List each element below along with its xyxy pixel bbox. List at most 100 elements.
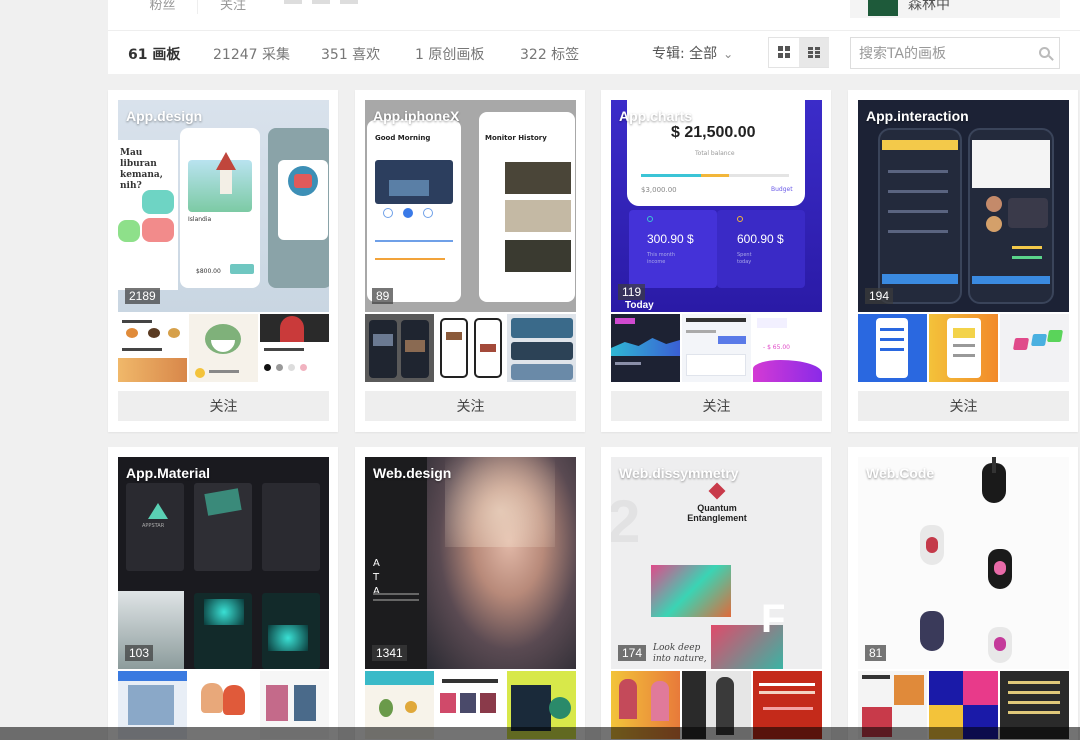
cover-art: [647, 216, 653, 222]
cover-art: [230, 264, 254, 274]
cover-art: [142, 218, 174, 242]
thumbnail[interactable]: [682, 314, 751, 382]
cover-art: [505, 200, 571, 232]
stat-collects[interactable]: 21247 采集: [213, 44, 290, 64]
thumbnail[interactable]: - $ 65.00: [753, 314, 822, 382]
board-count-badge: 103: [125, 645, 154, 661]
thumbnail[interactable]: [365, 314, 434, 382]
board-card[interactable]: Good Morning Monitor History App.iphoneX…: [355, 90, 585, 432]
board-card[interactable]: App.interaction 194 关注: [848, 90, 1078, 432]
username[interactable]: 森林中: [908, 0, 950, 14]
cover-art: [1008, 198, 1048, 228]
board-cover[interactable]: App.interaction 194: [858, 100, 1069, 312]
bottom-overlay-bar: [0, 727, 1080, 740]
board-title: App.interaction: [866, 108, 969, 124]
cover-art: [992, 457, 996, 473]
album-filter[interactable]: 专辑: 全部 ⌄: [652, 43, 733, 63]
search-input[interactable]: [859, 44, 1029, 64]
thumbnail[interactable]: [929, 314, 998, 382]
board-thumbnails: [365, 314, 576, 382]
board-cover[interactable]: Web.Code 81: [858, 457, 1069, 669]
board-count-badge: 194: [865, 288, 894, 304]
board-count-badge: 174: [618, 645, 647, 661]
cover-art: [373, 593, 419, 595]
search-icon[interactable]: [1039, 47, 1054, 61]
board-card[interactable]: Mau liburan kemana, nih? Islandia $800.0…: [108, 90, 338, 432]
stat-original-boards[interactable]: 1 原创画板: [415, 44, 484, 64]
cover-art: [220, 170, 232, 194]
cover-art-text: $3,000.00: [641, 186, 677, 194]
cover-art: [920, 611, 944, 651]
avatar[interactable]: [868, 0, 898, 16]
cover-art-text: Look deep into nature,: [653, 643, 707, 664]
stat-likes[interactable]: 351 喜欢: [321, 44, 380, 64]
board-title: App.Material: [126, 465, 211, 481]
cover-art: [1012, 246, 1042, 249]
cover-art: [737, 216, 743, 222]
board-card[interactable]: $ 21,500.00 Total balance $3,000.00 Budg…: [601, 90, 831, 432]
cover-art: [389, 180, 429, 196]
board-count-badge: 119: [618, 284, 646, 300]
cover-art: [204, 599, 244, 625]
cover-art: [717, 210, 805, 288]
follow-button[interactable]: 关注: [365, 391, 576, 421]
grid-large-view-button[interactable]: [769, 38, 799, 67]
chevron-down-icon: ⌄: [723, 47, 734, 61]
board-title: App.iphoneX: [373, 108, 460, 124]
cover-art: [262, 483, 320, 571]
thumbnail[interactable]: [507, 314, 576, 382]
cover-art: [367, 120, 461, 302]
board-card[interactable]: APPSTAR App.Material 103: [108, 447, 338, 740]
grid-large-icon: [778, 46, 790, 58]
board-cover[interactable]: Mau liburan kemana, nih? Islandia $800.0…: [118, 100, 329, 312]
stats-bar: 61 画板 21247 采集 351 喜欢 1 原创画板 322 标签 专辑: …: [108, 30, 1080, 74]
tab-followers[interactable]: 粉丝: [128, 0, 198, 14]
board-cover[interactable]: 2 Quantum Entanglement F Look deep into …: [611, 457, 822, 669]
thumbnail[interactable]: [436, 314, 505, 382]
board-count-badge: 1341: [372, 645, 407, 661]
thumbnail[interactable]: [189, 314, 258, 382]
cover-art: [994, 561, 1006, 575]
thumbnail[interactable]: [858, 314, 927, 382]
board-cover[interactable]: $ 21,500.00 Total balance $3,000.00 Budg…: [611, 100, 822, 312]
thumbnail[interactable]: [260, 314, 329, 382]
placeholder-block: [312, 0, 330, 4]
cover-art: [383, 208, 393, 218]
cover-art: [403, 208, 413, 218]
cover-art: [118, 220, 140, 242]
cover-art: [423, 208, 433, 218]
follow-button[interactable]: 关注: [858, 391, 1069, 421]
board-count-badge: 81: [865, 645, 887, 661]
follow-button[interactable]: 关注: [611, 391, 822, 421]
board-card[interactable]: Web.Code 81: [848, 447, 1078, 740]
cover-art: [926, 537, 938, 553]
follow-button[interactable]: 关注: [118, 391, 329, 421]
cover-art: [888, 190, 948, 193]
thumbnail[interactable]: [611, 314, 680, 382]
cover-art: [972, 276, 1050, 284]
cover-art-text: Budget: [771, 186, 793, 193]
cover-art: [986, 216, 1002, 232]
board-card[interactable]: 2 Quantum Entanglement F Look deep into …: [601, 447, 831, 740]
cover-art: [629, 210, 717, 288]
cover-art-text: $ 21,500.00: [671, 124, 756, 141]
board-thumbnails: [118, 314, 329, 382]
view-toggle: [768, 37, 829, 68]
cover-art: [148, 503, 168, 519]
stat-boards[interactable]: 61 画板: [128, 44, 180, 64]
board-cover[interactable]: Good Morning Monitor History App.iphoneX…: [365, 100, 576, 312]
cover-art: [505, 162, 571, 194]
board-card[interactable]: A T A Web.design 1341: [355, 447, 585, 740]
thumbnail[interactable]: [1000, 314, 1069, 382]
board-title: Web.dissymmetry: [619, 465, 739, 481]
thumbnail[interactable]: [118, 314, 187, 382]
board-cover[interactable]: A T A Web.design 1341: [365, 457, 576, 669]
cover-art: [888, 170, 948, 173]
board-title: Web.Code: [866, 465, 935, 481]
tab-following[interactable]: 关注: [198, 0, 268, 14]
cover-art-text: 300.90 $: [647, 232, 694, 246]
cover-art: [375, 240, 453, 242]
stat-tags[interactable]: 322 标签: [520, 44, 579, 64]
board-cover[interactable]: APPSTAR App.Material 103: [118, 457, 329, 669]
grid-small-view-button[interactable]: [799, 38, 829, 67]
